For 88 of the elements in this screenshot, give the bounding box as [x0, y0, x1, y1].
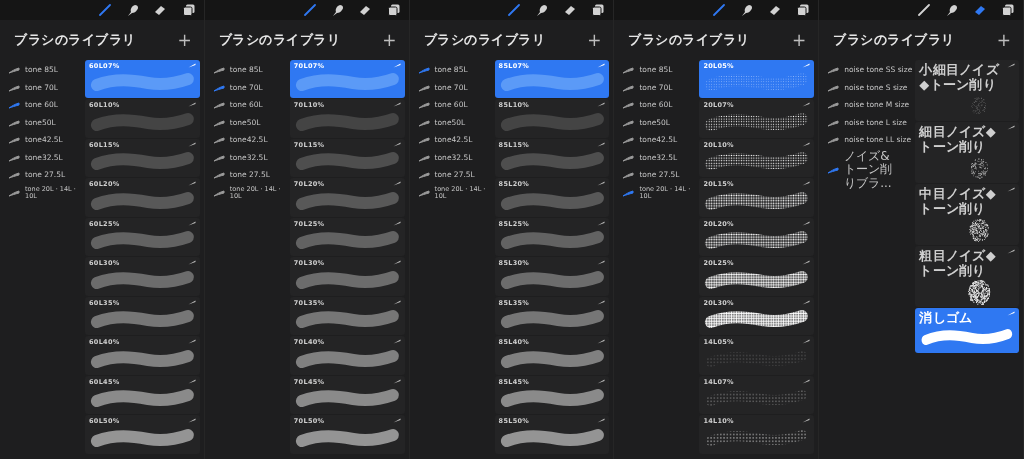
brush-edit-icon: [392, 260, 401, 266]
brush-edit-icon: [187, 339, 196, 345]
brush-edit-icon: [187, 102, 196, 108]
brush-set-item[interactable]: ノイズ&トーン削りブラ...: [819, 149, 902, 191]
add-button[interactable]: +: [177, 31, 192, 49]
brush-edit-icon: [392, 181, 401, 187]
eraser-icon: [563, 4, 577, 16]
brush-edit-icon: [802, 339, 811, 345]
panel-title: ブラシのライブラリ: [218, 31, 341, 49]
brush-edit-icon: [597, 260, 606, 266]
brush-edit-icon: [802, 418, 811, 424]
panel-title: ブラシのライブラリ: [628, 31, 750, 49]
brush-edit-icon: [802, 141, 811, 147]
brush-edit-icon: [1007, 248, 1015, 254]
brush-item[interactable]: 中目ノイズ◆トーン削り: [915, 183, 1019, 245]
layers-tool-button[interactable]: [796, 3, 811, 17]
brush-edit-icon: [1007, 186, 1015, 192]
add-button[interactable]: +: [791, 31, 807, 49]
layers-tool-button[interactable]: [591, 3, 606, 17]
layers-tool-button[interactable]: [181, 3, 196, 17]
add-button[interactable]: +: [382, 31, 397, 49]
eraser-icon: [154, 4, 168, 16]
brush-edit-icon: [802, 299, 811, 305]
brush-edit-icon: [187, 299, 196, 305]
add-button[interactable]: +: [587, 31, 602, 49]
layers-icon: [182, 4, 195, 16]
brush-edit-icon: [392, 418, 401, 424]
brush-edit-icon: [187, 141, 196, 147]
layers-icon: [592, 4, 605, 16]
layers-tool-button[interactable]: [1001, 3, 1015, 17]
brush-edit-icon: [802, 63, 811, 68]
brush-edit-icon: [392, 299, 401, 305]
eraser-icon: [359, 4, 373, 16]
brush-edit-icon: [187, 378, 196, 384]
brush-edit-icon: [1007, 310, 1015, 316]
eraser-icon: [768, 4, 782, 16]
brush-edit-icon: [187, 63, 196, 68]
brush-edit-icon: [187, 418, 196, 424]
brush-edit-icon: [802, 378, 811, 384]
brush-edit-icon: [597, 63, 606, 68]
eraser-tool-button[interactable]: [358, 3, 373, 17]
brush-icon: [713, 4, 726, 16]
eraser-icon: [973, 4, 987, 16]
brush-edit-icon: [1007, 124, 1015, 130]
layers-icon: [797, 4, 810, 16]
brush-edit-icon: [802, 260, 811, 266]
brush-edit-icon: [392, 339, 401, 345]
brush-edit-icon: [802, 220, 811, 226]
brush-edit-icon: [392, 378, 401, 384]
eraser-tool-button[interactable]: [153, 3, 168, 17]
brush-edit-icon: [187, 181, 196, 187]
layers-icon: [387, 4, 400, 16]
brush-item[interactable]: 消しゴム: [915, 307, 1019, 354]
brush-edit-icon: [597, 181, 606, 187]
layers-tool-button[interactable]: [386, 3, 401, 17]
panel-title: ブラシのライブラリ: [14, 31, 136, 49]
noise-preview: [968, 279, 991, 305]
brush-edit-icon: [597, 220, 606, 226]
add-button[interactable]: +: [996, 31, 1011, 49]
brush-edit-icon: [802, 102, 811, 108]
brush-icon: [918, 4, 930, 16]
layers-icon: [1002, 4, 1014, 16]
brush-edit-icon: [597, 102, 606, 108]
brush-edit-icon: [597, 378, 606, 384]
brush-item[interactable]: 細目ノイズ◆トーン削り: [915, 121, 1019, 183]
noise-preview: [969, 218, 990, 242]
brush-icon: [303, 4, 316, 16]
brush-item[interactable]: 粗目ノイズ◆トーン削り: [915, 245, 1019, 307]
brush-item[interactable]: 小細目ノイズ◆トーン削り: [915, 60, 1019, 121]
brush-edit-icon: [597, 339, 606, 345]
brush-edit-icon: [392, 63, 401, 68]
brush-edit-icon: [597, 141, 606, 147]
brush-edit-icon: [392, 102, 401, 108]
panel-title: ブラシのライブラリ: [833, 31, 955, 49]
brush-edit-icon: [1007, 63, 1015, 68]
brush-edit-icon: [802, 181, 811, 187]
brush-icon: [98, 4, 111, 16]
noise-preview: [971, 158, 989, 179]
panel-title: ブラシのライブラリ: [423, 31, 546, 49]
brush-edit-icon: [597, 299, 606, 305]
eraser-tool-button[interactable]: [563, 3, 578, 17]
brush-icon: [508, 4, 521, 16]
brush-edit-icon: [392, 220, 401, 226]
brush-edit-icon: [597, 418, 606, 424]
eraser-tool-button[interactable]: [768, 3, 783, 17]
brush-edit-icon: [392, 141, 401, 147]
brush-edit-icon: [187, 260, 196, 266]
brush-edit-icon: [187, 220, 196, 226]
